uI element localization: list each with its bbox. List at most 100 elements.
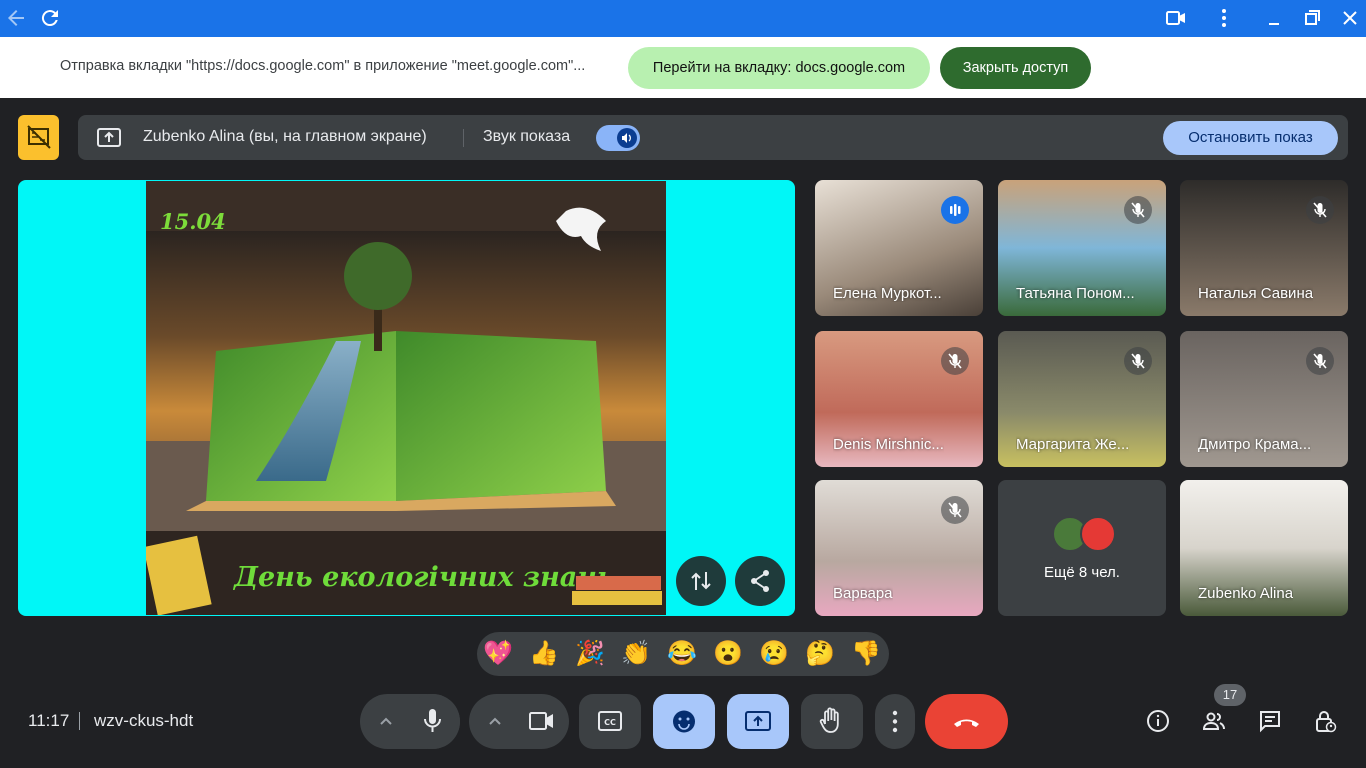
video-camera-icon bbox=[529, 712, 553, 730]
more-vert-icon bbox=[892, 710, 898, 733]
lock-person-icon bbox=[1316, 711, 1337, 733]
present-to-all-icon bbox=[745, 711, 771, 731]
video-camera-icon[interactable] bbox=[1164, 6, 1188, 30]
participant-count-badge: 17 bbox=[1214, 684, 1246, 706]
host-controls-button[interactable] bbox=[1313, 709, 1337, 733]
participant-name: Маргарита Же... bbox=[1016, 436, 1130, 453]
toggle-camera-button[interactable] bbox=[514, 694, 569, 749]
screen-off-icon bbox=[27, 125, 51, 149]
mute-microphone-button[interactable] bbox=[405, 694, 460, 749]
more-participants-tile[interactable]: Ещё 8 чел. bbox=[998, 480, 1166, 616]
participant-name: Варвара bbox=[833, 585, 893, 602]
info-icon bbox=[1147, 710, 1169, 732]
clock: 11:17 bbox=[28, 711, 70, 730]
leave-call-button[interactable] bbox=[925, 694, 1008, 749]
raise-hand-button[interactable] bbox=[801, 694, 863, 749]
minimize-icon[interactable] bbox=[1262, 6, 1286, 30]
presenter-label: Zubenko Alina (вы, на главном экране) bbox=[143, 128, 427, 145]
mic-off-icon bbox=[1306, 196, 1334, 224]
mic-off-icon bbox=[1124, 347, 1152, 375]
present-now-button[interactable] bbox=[727, 694, 789, 749]
close-icon[interactable] bbox=[1338, 6, 1362, 30]
arrow-left-icon[interactable] bbox=[4, 6, 28, 30]
presenting-bar: Zubenko Alina (вы, на главном экране) Зв… bbox=[78, 115, 1348, 160]
self-view-tile[interactable]: Zubenko Alina bbox=[1180, 480, 1348, 616]
slide-date: 15.04 bbox=[160, 209, 226, 234]
share-icon bbox=[751, 570, 769, 592]
participant-name: Дмитро Крама... bbox=[1198, 436, 1312, 453]
divider bbox=[463, 129, 464, 147]
participant-tile[interactable]: Дмитро Крама... bbox=[1180, 331, 1348, 467]
chat-icon bbox=[1260, 711, 1280, 733]
presentation-pin-button[interactable] bbox=[18, 115, 59, 160]
mic-off-icon bbox=[1306, 347, 1334, 375]
closed-captions-icon: CC bbox=[598, 711, 622, 731]
reload-icon[interactable] bbox=[38, 6, 62, 30]
meeting-details-button[interactable] bbox=[1146, 709, 1170, 733]
presentation-audio-toggle[interactable] bbox=[596, 125, 640, 151]
show-everyone-button[interactable] bbox=[1202, 709, 1226, 733]
slide-image: 15.04 День екологічних знань bbox=[146, 181, 666, 615]
hand-icon bbox=[819, 707, 839, 733]
reaction-thumbs-down[interactable]: 👎 bbox=[849, 638, 883, 670]
participant-name: Denis Mirshnic... bbox=[833, 436, 944, 453]
reaction-joy[interactable]: 😂 bbox=[665, 638, 699, 670]
participant-name: Елена Муркот... bbox=[833, 285, 942, 302]
reaction-sparkling-heart[interactable]: 💖 bbox=[481, 638, 515, 670]
restore-icon[interactable] bbox=[1300, 6, 1324, 30]
divider bbox=[79, 712, 80, 730]
reaction-crying[interactable]: 😢 bbox=[757, 638, 791, 670]
swap-vert-icon bbox=[691, 572, 711, 590]
tab-sharing-infobar: Отправка вкладки "https://docs.google.co… bbox=[0, 37, 1366, 98]
more-vert-icon[interactable] bbox=[1212, 6, 1236, 30]
participant-tile[interactable]: Татьяна Поном... bbox=[998, 180, 1166, 316]
chevron-up-icon bbox=[489, 717, 501, 725]
svg-text:CC: CC bbox=[604, 718, 616, 727]
reactions-bar: 💖 👍 🎉 👏 😂 😮 😢 🤔 👎 bbox=[477, 632, 889, 676]
microphone-icon bbox=[424, 709, 441, 732]
volume-icon bbox=[617, 128, 637, 148]
participant-tile[interactable]: Елена Муркот... bbox=[815, 180, 983, 316]
more-participants-label: Ещё 8 чел. bbox=[1044, 564, 1120, 581]
chevron-up-icon bbox=[380, 717, 392, 725]
participant-tile[interactable]: Наталья Савина bbox=[1180, 180, 1348, 316]
audio-options-button[interactable] bbox=[374, 710, 398, 734]
participant-tile[interactable]: Маргарита Же... bbox=[998, 331, 1166, 467]
chat-button[interactable] bbox=[1258, 709, 1282, 733]
avatar bbox=[1080, 516, 1116, 552]
slide-title: День екологічних знань bbox=[232, 562, 615, 593]
emoji-icon bbox=[673, 710, 695, 733]
speaking-indicator-icon bbox=[941, 196, 969, 224]
camera-control bbox=[469, 694, 569, 749]
participant-name: Наталья Савина bbox=[1198, 285, 1314, 302]
more-options-button[interactable] bbox=[875, 694, 915, 749]
stop-presenting-button[interactable]: Остановить показ bbox=[1163, 121, 1338, 155]
share-button[interactable] bbox=[735, 556, 785, 606]
call-end-icon bbox=[954, 719, 979, 727]
reaction-clapping[interactable]: 👏 bbox=[619, 638, 653, 670]
sharing-status-text: Отправка вкладки "https://docs.google.co… bbox=[60, 58, 586, 74]
captions-button[interactable]: CC bbox=[579, 694, 641, 749]
microphone-control bbox=[360, 694, 460, 749]
participant-name: Zubenko Alina bbox=[1198, 585, 1294, 602]
swap-layout-button[interactable] bbox=[676, 556, 726, 606]
people-icon bbox=[1202, 712, 1225, 730]
reaction-thinking[interactable]: 🤔 bbox=[803, 638, 837, 670]
mic-off-icon bbox=[941, 347, 969, 375]
presentation-audio-label: Звук показа bbox=[483, 128, 571, 145]
participant-name: Татьяна Поном... bbox=[1016, 285, 1135, 302]
reaction-surprised[interactable]: 😮 bbox=[711, 638, 745, 670]
video-options-button[interactable] bbox=[483, 710, 507, 734]
mic-off-icon bbox=[1124, 196, 1152, 224]
reactions-button[interactable] bbox=[653, 694, 715, 749]
reaction-thumbs-up[interactable]: 👍 bbox=[527, 638, 561, 670]
go-to-tab-button[interactable]: Перейти на вкладку: docs.google.com bbox=[628, 47, 930, 89]
shared-screen: 15.04 День екологічних знань bbox=[18, 180, 795, 616]
mic-off-icon bbox=[941, 496, 969, 524]
stop-sharing-access-button[interactable]: Закрыть доступ bbox=[940, 47, 1091, 89]
present-screen-icon bbox=[96, 125, 122, 151]
participant-tile[interactable]: Denis Mirshnic... bbox=[815, 331, 983, 467]
meeting-code: wzv-ckus-hdt bbox=[94, 711, 194, 730]
reaction-party-popper[interactable]: 🎉 bbox=[573, 638, 607, 670]
participant-tile[interactable]: Варвара bbox=[815, 480, 983, 616]
